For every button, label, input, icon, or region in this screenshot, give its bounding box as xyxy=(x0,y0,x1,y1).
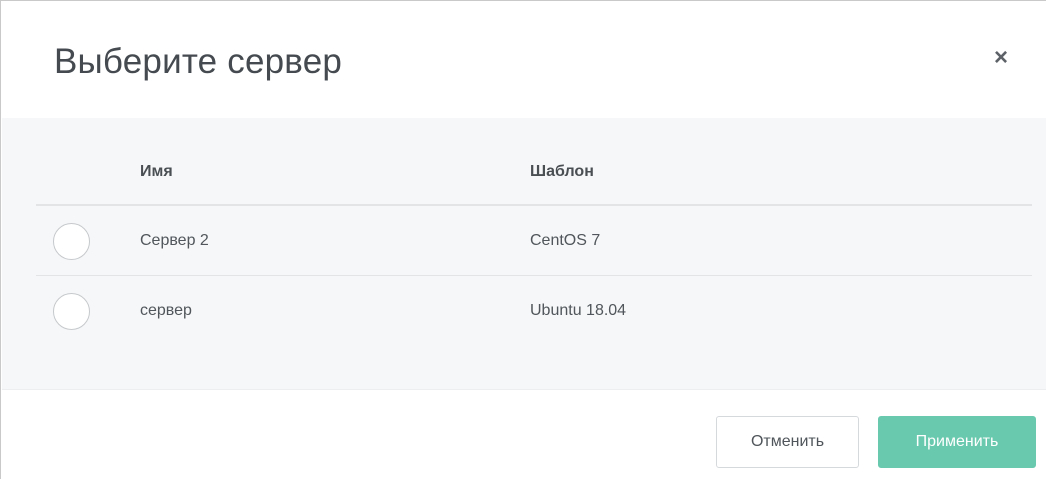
server-name: Сервер 2 xyxy=(140,232,209,249)
dialog-body: Имя Шаблон Сервер 2 CentOS 7 сервер Ubun… xyxy=(2,118,1046,389)
table-row[interactable]: Сервер 2 CentOS 7 xyxy=(36,206,1032,276)
column-header-name: Имя xyxy=(140,163,173,180)
table-row[interactable]: сервер Ubuntu 18.04 xyxy=(36,276,1032,346)
server-name: сервер xyxy=(140,302,192,319)
dialog-title: Выберите сервер xyxy=(54,42,343,81)
server-table: Имя Шаблон Сервер 2 CentOS 7 сервер Ubun… xyxy=(36,118,1032,346)
close-icon[interactable]: × xyxy=(987,44,1015,72)
dialog-header: Выберите сервер × xyxy=(2,2,1046,118)
dialog-footer: Отменить Применить xyxy=(2,389,1046,480)
column-header-template: Шаблон xyxy=(530,163,594,180)
server-template: CentOS 7 xyxy=(530,232,601,249)
apply-button[interactable]: Применить xyxy=(878,416,1036,468)
cancel-button[interactable]: Отменить xyxy=(716,416,859,468)
select-server-dialog: Выберите сервер × Имя Шаблон Сервер 2 Ce… xyxy=(0,0,1046,480)
row-radio-button[interactable] xyxy=(53,223,90,260)
row-radio-button[interactable] xyxy=(53,293,90,330)
table-header: Имя Шаблон xyxy=(36,118,1032,206)
server-template: Ubuntu 18.04 xyxy=(530,302,627,319)
